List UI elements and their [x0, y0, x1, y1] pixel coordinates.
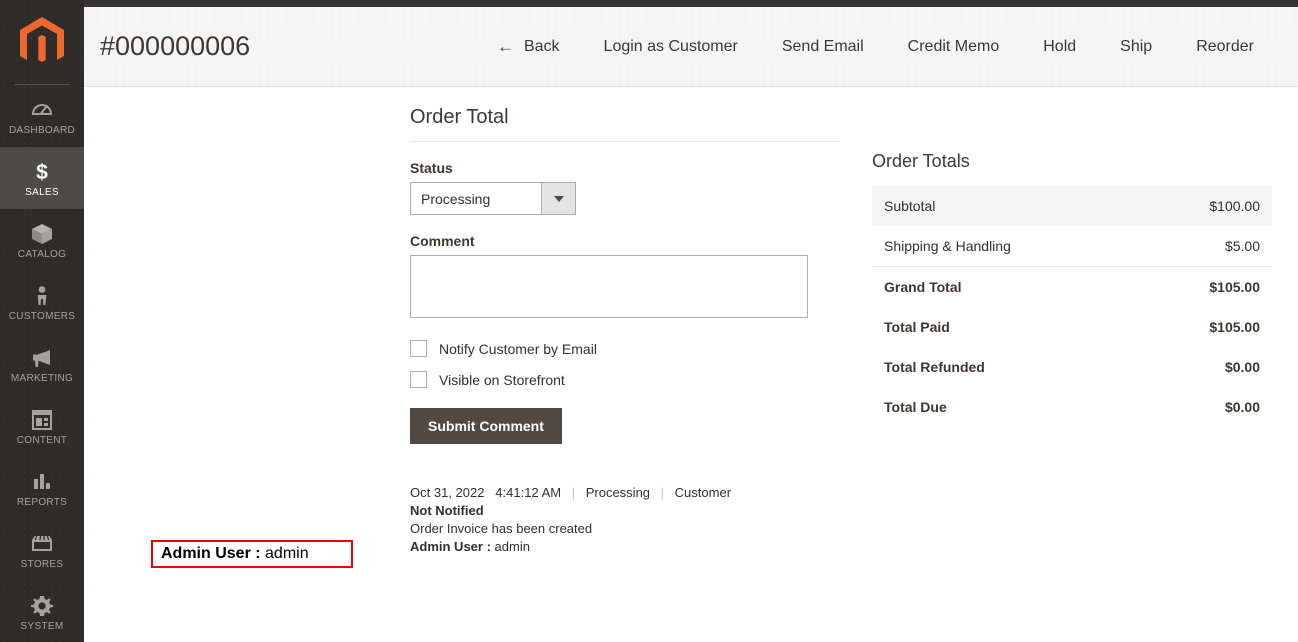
status-select[interactable]: Processing	[410, 182, 576, 215]
history-notify-state: Not Notified	[410, 502, 484, 518]
sidebar-item-label: System	[20, 620, 64, 632]
totals-row-label: Total Due	[884, 399, 947, 415]
sidebar-item-system[interactable]: System	[0, 581, 84, 642]
hold-button[interactable]: Hold	[1021, 30, 1098, 64]
history-meta: Oct 31, 2022 4:41:12 AM | Processing | C…	[410, 484, 750, 520]
totals-row-amount: $5.00	[1139, 226, 1272, 267]
reorder-button[interactable]: Reorder	[1174, 30, 1276, 64]
history-admin-line: Admin User : admin	[410, 538, 1298, 556]
totals-row-label: Grand Total	[884, 279, 962, 295]
arrow-left-icon: ←	[496, 37, 514, 56]
status-select-value: Processing	[421, 190, 491, 207]
submit-comment-button[interactable]: Submit Comment	[410, 408, 562, 444]
storefront-icon	[29, 531, 55, 557]
sidebar-item-label: Stores	[20, 558, 64, 570]
sidebar-item-label: Dashboard	[8, 124, 76, 136]
table-row: Total Refunded $0.00	[872, 347, 1272, 387]
chevron-down-icon[interactable]	[541, 183, 575, 214]
highlight-admin-value: admin	[265, 545, 309, 562]
history-date: Oct 31, 2022	[410, 485, 485, 500]
sidebar-item-dashboard[interactable]: Dashboard	[0, 85, 84, 147]
notify-customer-checkbox-row[interactable]: Notify Customer by Email	[410, 340, 840, 357]
sidebar-item-stores[interactable]: Stores	[0, 519, 84, 581]
sidebar-item-content[interactable]: Content	[0, 395, 84, 457]
totals-row-label: Shipping & Handling	[872, 226, 1140, 267]
visible-on-storefront-label: Visible on Storefront	[439, 371, 565, 388]
order-totals-heading: Order Totals	[872, 151, 970, 171]
meta-separator: |	[571, 485, 576, 500]
order-totals-panel: Order Totals Subtotal $100.00 Shipping &…	[872, 106, 1272, 444]
box-icon	[29, 221, 55, 247]
totals-row-amount: $100.00	[1139, 186, 1272, 226]
sidebar-item-catalog[interactable]: Catalog	[0, 209, 84, 271]
sidebar-item-reports[interactable]: Reports	[0, 457, 84, 519]
status-label: Status	[410, 160, 453, 176]
admin-user-highlight: Admin User : admin	[151, 540, 353, 568]
order-total-panel: Order Total Status Processing Comment No…	[410, 106, 840, 444]
svg-text:$: $	[36, 161, 48, 184]
header-actions: ← Back Login as Customer Send Email Cred…	[475, 30, 1298, 64]
sidebar: Dashboard $ Sales Catalog	[0, 0, 84, 642]
table-row: Total Paid $105.00	[872, 307, 1272, 347]
totals-row-label: Subtotal	[872, 186, 1140, 226]
login-as-customer-button[interactable]: Login as Customer	[582, 30, 760, 64]
sidebar-item-marketing[interactable]: Marketing	[0, 333, 84, 395]
sidebar-item-label: Catalog	[17, 248, 67, 260]
history-time: 4:41:12 AM	[495, 485, 562, 500]
history-comment: Order Invoice has been created	[410, 520, 593, 536]
table-row: Shipping & Handling $5.00	[872, 226, 1272, 267]
table-row: Subtotal $100.00	[872, 186, 1272, 226]
history-admin-value: admin	[494, 538, 530, 554]
sidebar-item-label: Customers	[8, 310, 76, 322]
highlight-admin-label: Admin User :	[161, 545, 261, 562]
notify-customer-checkbox[interactable]	[410, 340, 427, 357]
totals-row-label: Total Paid	[884, 319, 950, 335]
totals-row-amount: $0.00	[1224, 399, 1260, 415]
send-email-button[interactable]: Send Email	[760, 30, 886, 64]
order-totals-table: Subtotal $100.00 Shipping & Handling $5.…	[872, 186, 1272, 427]
page-header: #000000006 ← Back Login as Customer Send…	[84, 7, 1298, 87]
credit-memo-button[interactable]: Credit Memo	[886, 30, 1022, 64]
notify-customer-label: Notify Customer by Email	[439, 340, 597, 357]
sidebar-item-label: Content	[16, 434, 68, 446]
sidebar-item-customers[interactable]: Customers	[0, 271, 84, 333]
main-content: Order Total Status Processing Comment No…	[84, 88, 1298, 642]
comment-label: Comment	[410, 233, 475, 249]
visible-on-storefront-checkbox-row[interactable]: Visible on Storefront	[410, 371, 840, 388]
sidebar-item-label: Marketing	[10, 372, 74, 384]
top-strip	[84, 0, 1298, 7]
table-row: Grand Total $105.00	[872, 267, 1272, 308]
meta-separator: |	[660, 485, 665, 500]
totals-row-amount: $0.00	[1224, 359, 1260, 375]
gear-icon	[29, 593, 55, 619]
back-button[interactable]: ← Back	[475, 30, 582, 64]
totals-row-amount: $105.00	[1209, 279, 1260, 295]
table-row: Total Due $0.00	[872, 387, 1272, 427]
history-admin-label: Admin User :	[410, 538, 491, 554]
history-status: Processing	[585, 485, 651, 500]
ship-button[interactable]: Ship	[1098, 30, 1174, 64]
sidebar-item-sales[interactable]: $ Sales	[0, 147, 84, 209]
order-comment-history: Oct 31, 2022 4:41:12 AM | Processing | C…	[84, 484, 1298, 568]
back-button-label: Back	[523, 37, 560, 55]
totals-row-label: Total Refunded	[884, 359, 985, 375]
person-icon	[29, 283, 55, 309]
order-total-heading: Order Total	[410, 106, 840, 142]
magento-admin-order-page: Dashboard $ Sales Catalog	[0, 0, 1298, 642]
magento-logo	[20, 17, 64, 62]
dashboard-icon	[29, 97, 55, 123]
page-title: #000000006	[100, 31, 251, 61]
magento-logo-link[interactable]	[0, 0, 84, 84]
bar-chart-icon	[29, 469, 55, 495]
history-notify-prefix: Customer	[674, 485, 732, 500]
visible-on-storefront-checkbox[interactable]	[410, 371, 427, 388]
sidebar-item-label: Sales	[25, 186, 59, 198]
comment-input[interactable]	[410, 255, 808, 318]
totals-row-amount: $105.00	[1209, 319, 1260, 335]
dollar-icon: $	[29, 159, 55, 185]
megaphone-icon	[29, 345, 55, 371]
layout-icon	[29, 407, 55, 433]
sidebar-item-label: Reports	[16, 496, 68, 508]
